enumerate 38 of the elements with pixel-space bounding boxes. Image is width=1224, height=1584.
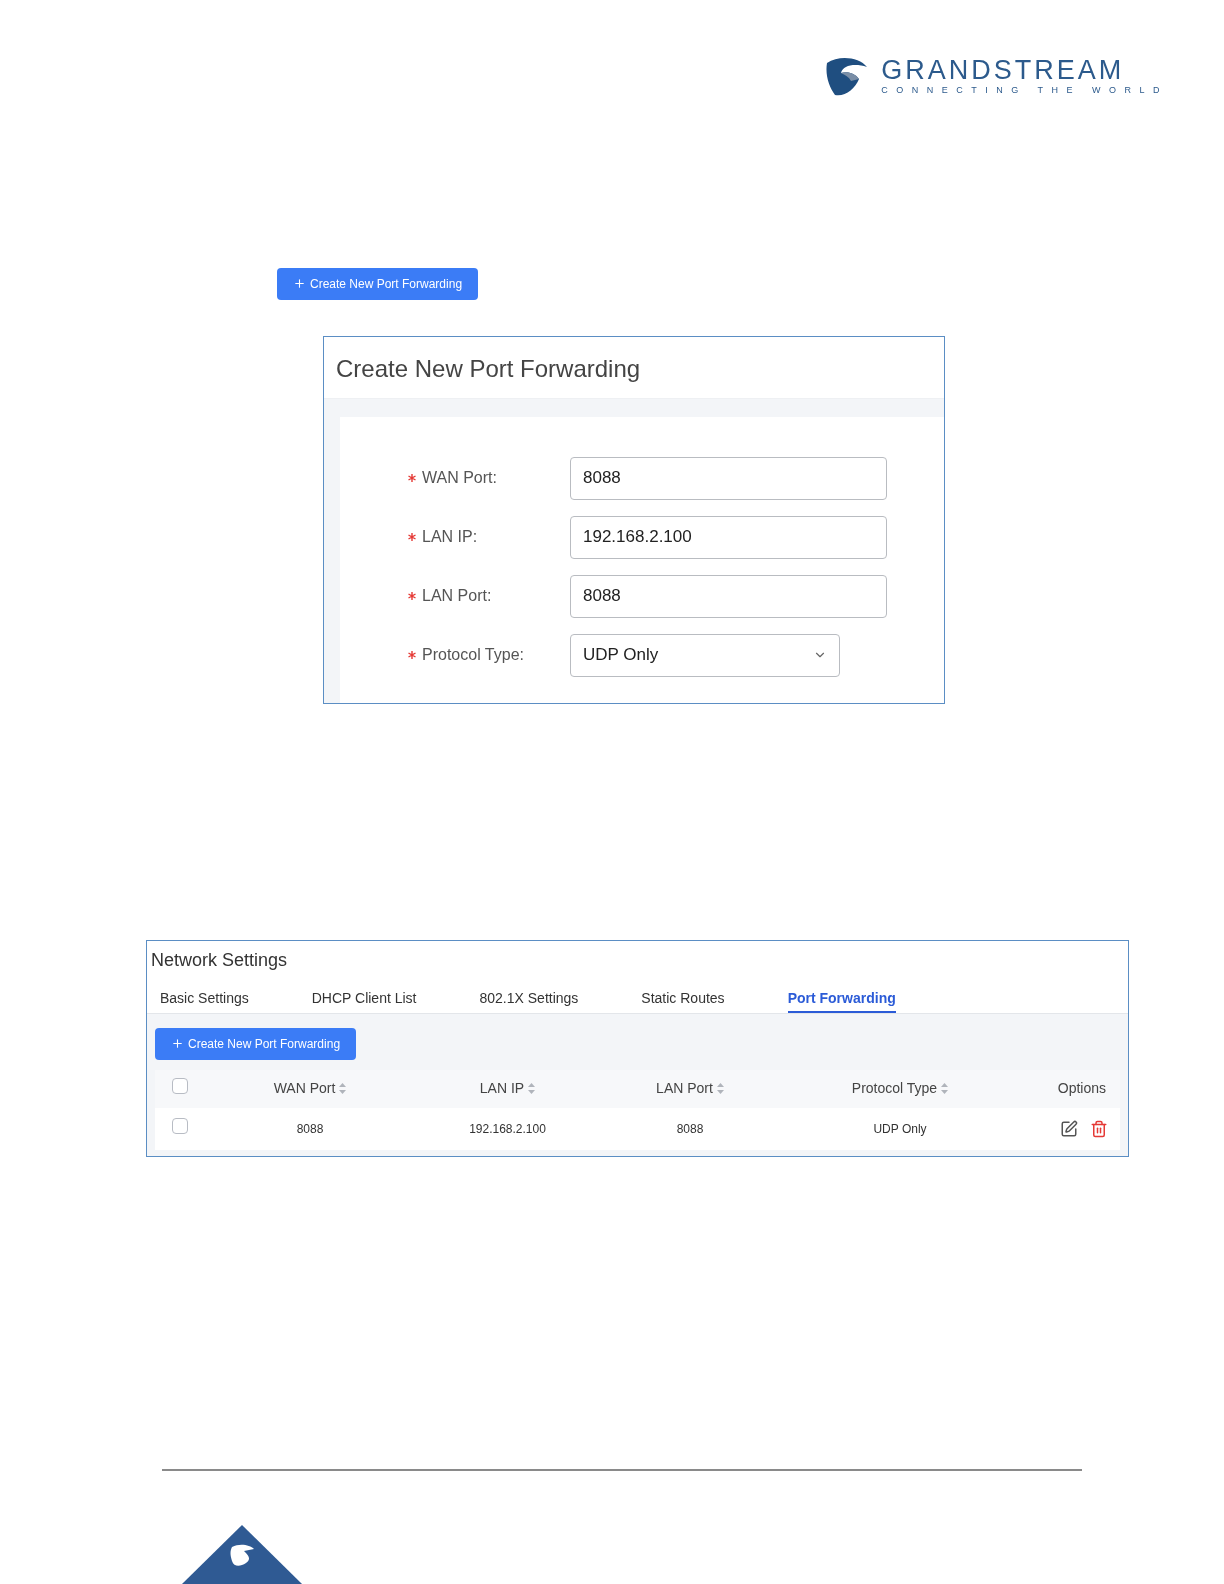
sort-icon[interactable] [716,1083,724,1094]
sort-icon[interactable] [528,1083,536,1094]
field-label: LAN IP: [422,527,478,547]
table-cell-text: UDP Only [873,1120,927,1138]
checkbox[interactable] [172,1077,188,1094]
tab[interactable]: Port Forwarding [787,987,896,1013]
field-label: Protocol Type: [422,645,524,665]
tab[interactable]: 802.1X Settings [479,987,579,1013]
table-cell-text: 8088 [676,1120,704,1138]
edit-icon[interactable] [1060,1119,1078,1138]
input-field[interactable]: 8088 [570,456,887,500]
panel-title: Network Settings [151,949,288,970]
plus-icon [171,1037,184,1050]
input-field[interactable]: 8088 [570,574,887,618]
field-label: WAN Port: [422,468,497,488]
field-label: LAN Port: [422,586,492,606]
create-button[interactable]: Create New Port Forwarding [155,1027,357,1060]
input-field[interactable]: 192.168.2.100 [570,515,887,559]
checkbox[interactable] [172,1118,188,1134]
column-header: LAN Port [656,1079,713,1098]
column-header: Options [1057,1079,1106,1098]
plus-icon [293,277,306,290]
column-header: Protocol Type [851,1079,938,1098]
create-button[interactable]: Create New Port Forwarding [277,267,479,300]
table-cell-text: 192.168.2.100 [469,1120,546,1138]
dialog-title: Create New Port Forwarding [336,354,641,382]
table-cell-text: 8088 [296,1120,324,1138]
protocol-select[interactable]: UDP Only [570,633,840,677]
sort-icon[interactable] [339,1083,347,1094]
logo-wordmark: GRANDSTREAM [881,56,1126,84]
logo-tagline: CONNECTING THE WORLD [881,84,1168,97]
delete-icon[interactable] [1090,1119,1108,1138]
tab[interactable]: DHCP Client List [311,987,417,1013]
column-header: WAN Port [273,1079,336,1098]
sort-icon[interactable] [941,1083,949,1094]
tab[interactable]: Static Routes [641,987,725,1013]
column-header: LAN IP [479,1079,525,1098]
tab[interactable]: Basic Settings [160,987,249,1013]
